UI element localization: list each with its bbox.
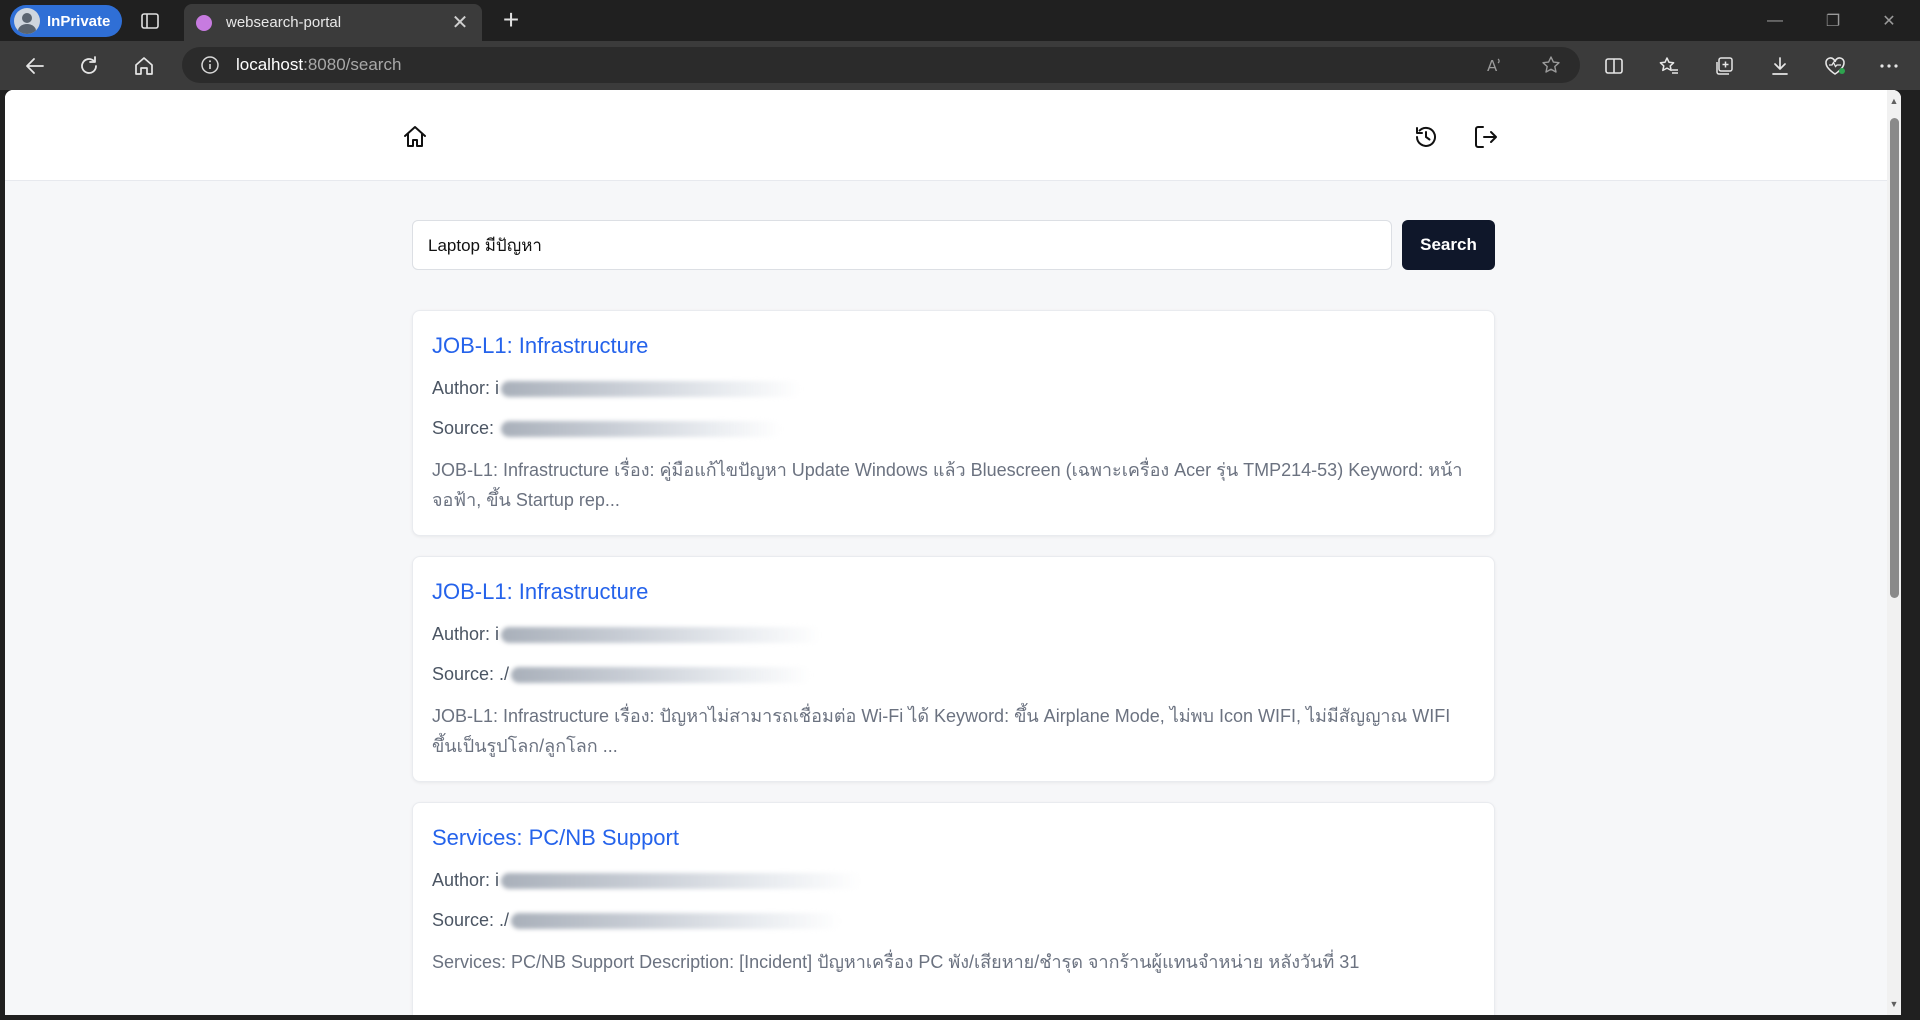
redacted-author: [501, 873, 862, 890]
settings-more-icon[interactable]: [1872, 49, 1906, 83]
home-icon[interactable]: [127, 49, 161, 83]
result-source: Source: ./: [432, 659, 1475, 699]
search-results-list: JOB-L1: Infrastructure Author: i Source:…: [412, 310, 1495, 1015]
redacted-author: [501, 381, 802, 398]
browser-tab-active[interactable]: websearch-portal ✕: [184, 4, 482, 41]
window-close-icon[interactable]: ✕: [1866, 0, 1912, 41]
svg-text:A: A: [1487, 57, 1498, 75]
result-title-link[interactable]: JOB-L1: Infrastructure: [432, 333, 648, 359]
result-author: Author: i: [432, 865, 1475, 905]
scroll-down-icon[interactable]: ▼: [1889, 999, 1899, 1009]
redacted-source: [501, 421, 782, 438]
site-header: [5, 90, 1887, 181]
tab-close-icon[interactable]: ✕: [450, 10, 470, 35]
tab-actions-icon[interactable]: [136, 8, 164, 34]
split-screen-icon[interactable]: [1597, 49, 1631, 83]
address-bar[interactable]: localhost:8080/search A: [182, 47, 1580, 83]
author-label: Author: i: [432, 870, 500, 890]
tab-title: websearch-portal: [226, 14, 342, 31]
browser-titlebar: InPrivate websearch-portal ✕ + — ❐ ✕: [0, 0, 1920, 41]
history-icon[interactable]: [1411, 122, 1441, 152]
profile-avatar-icon: [14, 8, 40, 34]
browser-toolbar: localhost:8080/search A: [0, 41, 1920, 90]
favorite-star-icon[interactable]: [1534, 47, 1568, 83]
logout-icon[interactable]: [1471, 122, 1501, 152]
result-card: JOB-L1: Infrastructure Author: i Source:…: [412, 556, 1495, 782]
search-bar: Search: [412, 220, 1495, 270]
downloads-icon[interactable]: [1763, 49, 1797, 83]
address-path: :8080/search: [303, 55, 402, 74]
back-icon[interactable]: [18, 49, 52, 83]
site-favicon-icon: [196, 14, 212, 31]
search-button[interactable]: Search: [1402, 220, 1495, 270]
site-info-icon[interactable]: [200, 55, 220, 75]
page-scrollbar[interactable]: ▲ ▼: [1887, 90, 1901, 1015]
result-card: Services: PC/NB Support Author: i Source…: [412, 802, 1495, 1015]
result-title-link[interactable]: Services: PC/NB Support: [432, 825, 679, 851]
redacted-source: [511, 667, 812, 684]
inprivate-label: InPrivate: [47, 12, 111, 30]
redacted-author: [501, 627, 822, 644]
restore-icon[interactable]: ❐: [1810, 0, 1856, 41]
scroll-up-icon[interactable]: ▲: [1889, 96, 1899, 106]
search-input[interactable]: [412, 220, 1392, 270]
result-author: Author: i: [432, 619, 1475, 659]
minimize-icon[interactable]: —: [1752, 0, 1798, 41]
source-label: Source:: [432, 418, 500, 438]
address-host: localhost: [236, 55, 304, 74]
result-card: JOB-L1: Infrastructure Author: i Source:…: [412, 310, 1495, 536]
refresh-icon[interactable]: [72, 49, 106, 83]
page-viewport: Search JOB-L1: Infrastructure Author: i …: [5, 90, 1901, 1015]
result-snippet: Services: PC/NB Support Description: [In…: [432, 952, 1360, 972]
new-tab-icon[interactable]: +: [496, 6, 526, 36]
result-author: Author: i: [432, 373, 1475, 413]
collections-icon[interactable]: [1707, 49, 1741, 83]
result-source: Source:: [432, 413, 1475, 453]
site-home-icon[interactable]: [400, 122, 430, 152]
favorites-icon[interactable]: [1652, 49, 1686, 83]
author-label: Author: i: [432, 378, 500, 398]
result-snippet: JOB-L1: Infrastructure เรื่อง: ปัญหาไม่ส…: [432, 706, 1451, 756]
inprivate-profile-button[interactable]: InPrivate: [10, 5, 123, 37]
scrollbar-thumb[interactable]: [1890, 118, 1899, 598]
redacted-source: [511, 913, 842, 930]
read-aloud-icon[interactable]: A: [1478, 47, 1512, 83]
source-label: Source: ./: [432, 664, 510, 684]
result-snippet: JOB-L1: Infrastructure เรื่อง: คู่มือแก้…: [432, 460, 1463, 510]
author-label: Author: i: [432, 624, 500, 644]
source-label: Source: ./: [432, 910, 510, 930]
browser-essentials-icon[interactable]: [1818, 49, 1852, 83]
result-source: Source: ./: [432, 905, 1475, 945]
result-title-link[interactable]: JOB-L1: Infrastructure: [432, 579, 648, 605]
